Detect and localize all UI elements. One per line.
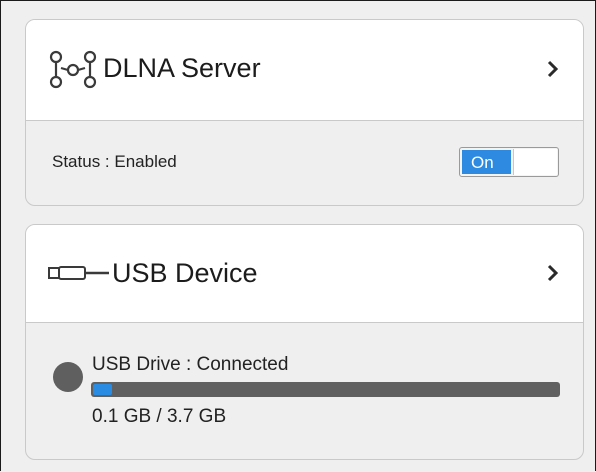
dlna-status-text: Status : Enabled [52,152,177,171]
dlna-server-title: DLNA Server [103,53,261,83]
network-nodes-icon [49,50,97,95]
drive-status-dot [53,362,83,392]
usb-device-card: USB Device USB Drive : Connected 0.1 GB … [25,224,584,460]
usb-device-title: USB Device [112,258,258,288]
storage-usage-bar [91,382,560,397]
chevron-right-icon[interactable] [547,60,559,83]
storage-usage-fill [93,384,112,395]
storage-usage-text: 0.1 GB / 3.7 GB [92,406,227,427]
chevron-right-icon[interactable] [547,264,559,287]
toggle-knob [513,149,557,175]
dlna-toggle-switch[interactable]: On [459,147,559,177]
usb-plug-icon [47,265,111,286]
usb-drive-status-text: USB Drive : Connected [92,354,289,375]
toggle-on-label: On [462,150,511,174]
dlna-server-card: DLNA Server Status : Enabled On [25,19,584,206]
dlna-server-header[interactable]: DLNA Server [26,20,583,121]
usb-device-header[interactable]: USB Device [26,225,583,323]
